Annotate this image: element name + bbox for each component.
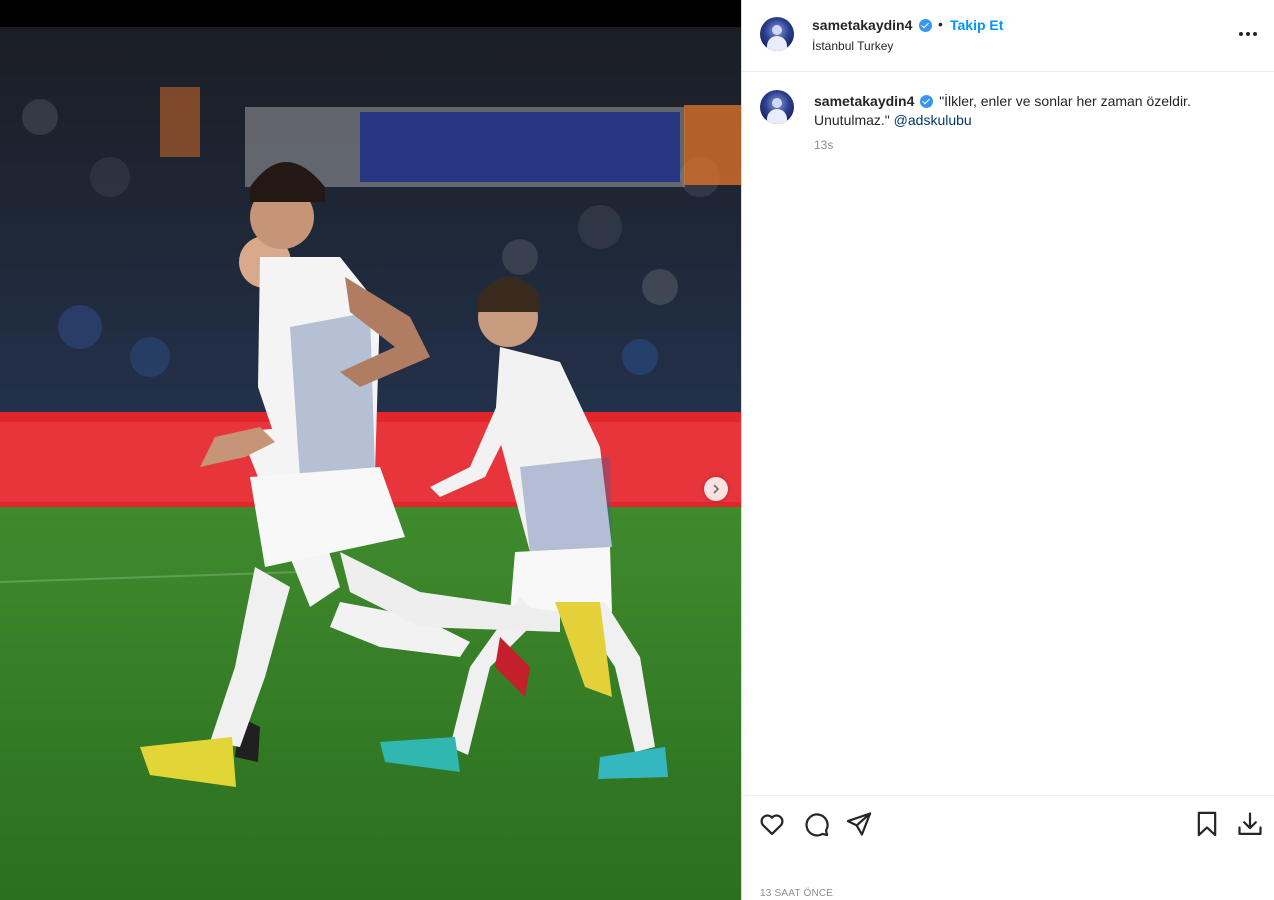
post-side-panel: sametakaydin4 • Takip Et İstanbul Turkey… bbox=[741, 0, 1274, 900]
follow-button[interactable]: Takip Et bbox=[950, 17, 1003, 33]
post-header: sametakaydin4 • Takip Et İstanbul Turkey bbox=[742, 0, 1274, 72]
chevron-right-icon bbox=[713, 484, 720, 494]
verified-icon bbox=[920, 95, 934, 108]
more-options-icon[interactable] bbox=[1239, 24, 1259, 44]
action-bar bbox=[742, 795, 1274, 855]
verified-icon bbox=[919, 19, 932, 32]
post-date[interactable]: 13 SAAT ÖNCE bbox=[760, 888, 833, 899]
header-username[interactable]: sametakaydin4 bbox=[812, 17, 912, 33]
post-photo[interactable] bbox=[0, 27, 741, 900]
caption-username[interactable]: sametakaydin4 bbox=[814, 93, 914, 109]
separator-dot: • bbox=[938, 16, 943, 32]
send-icon[interactable] bbox=[845, 810, 873, 838]
comment-icon[interactable] bbox=[802, 810, 830, 838]
next-photo-button[interactable] bbox=[704, 477, 728, 501]
caption-time[interactable]: 13s bbox=[814, 138, 833, 152]
download-icon[interactable] bbox=[1236, 810, 1264, 838]
post-media bbox=[0, 0, 741, 900]
caption-avatar[interactable] bbox=[760, 90, 794, 124]
caption-mention[interactable]: @adskulubu bbox=[894, 112, 972, 128]
location-link[interactable]: İstanbul Turkey bbox=[812, 39, 893, 53]
caption: sametakaydin4 "İlkler, enler ve sonlar h… bbox=[814, 92, 1234, 130]
media-top-bar bbox=[0, 0, 741, 27]
heart-icon[interactable] bbox=[758, 810, 786, 838]
avatar[interactable] bbox=[760, 17, 794, 51]
bookmark-icon[interactable] bbox=[1193, 810, 1221, 838]
